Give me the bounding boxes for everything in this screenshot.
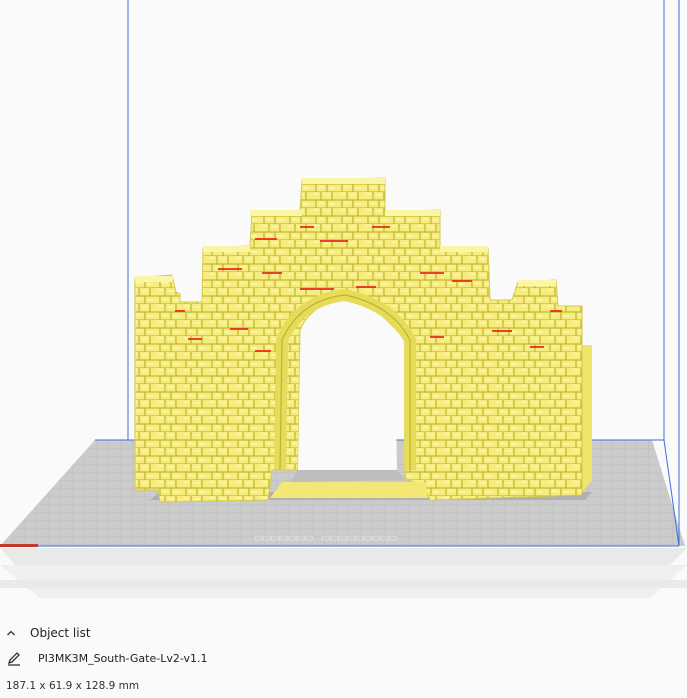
object-dimensions: 187.1 x 61.9 x 128.9 mm [6, 680, 140, 692]
south-gate-model[interactable] [134, 177, 592, 503]
object-list-item[interactable]: PI3MK3M_South-Gate-Lv2-v1.1 [6, 650, 208, 666]
scene-canvas[interactable]: ▭▭▭▭▭▭▭ ▭▭▭▭▭▭▭▭▭ [0, 0, 687, 610]
3d-viewport[interactable]: ▭▭▭▭▭▭▭ ▭▭▭▭▭▭▭▭▭ Object list PI3MK3M_So… [0, 0, 687, 698]
object-list-panel: Object list PI3MK3M_South-Gate-Lv2-v1.1 … [0, 610, 687, 698]
chevron-up-icon [7, 630, 15, 636]
pencil-icon[interactable] [6, 650, 22, 666]
svg-text:▭▭▭▭▭▭▭ ▭▭▭▭▭▭▭▭▭: ▭▭▭▭▭▭▭ ▭▭▭▭▭▭▭▭▭ [252, 530, 400, 546]
object-name: PI3MK3M_South-Gate-Lv2-v1.1 [38, 651, 208, 665]
object-list-title: Object list [30, 626, 91, 640]
object-list-toggle[interactable]: Object list [6, 626, 91, 640]
origin-axis-marker [0, 544, 38, 547]
